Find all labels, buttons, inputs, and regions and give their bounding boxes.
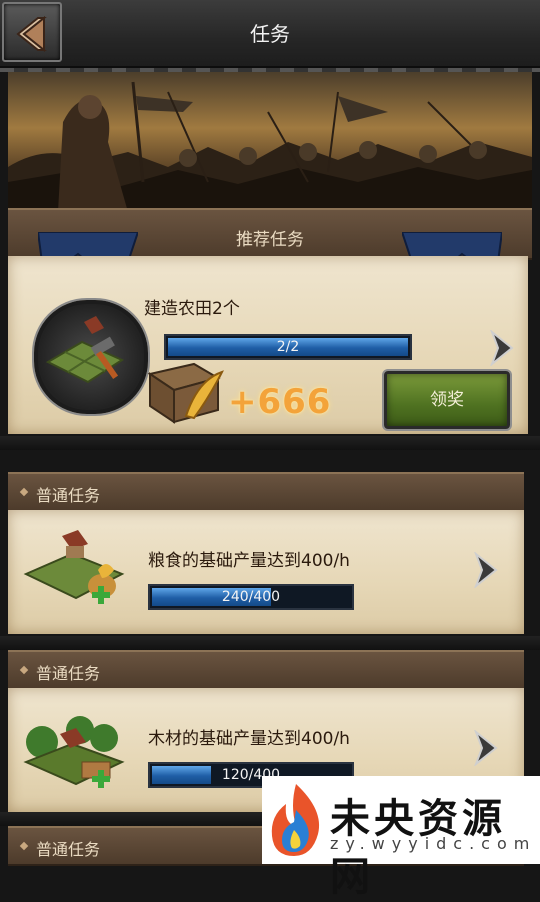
lumber-mill-icon [22, 712, 126, 796]
flame-logo-icon [271, 784, 320, 856]
section-divider [0, 436, 540, 450]
normal-task-section-header: 普通任务 [8, 472, 524, 512]
task-title: 粮食的基础产量达到400/h [148, 551, 350, 571]
recommended-progress-text: 2/2 [276, 339, 300, 355]
farm-building-icon [34, 300, 148, 414]
chevron-right-icon[interactable] [488, 330, 516, 366]
section-divider [0, 636, 540, 650]
recommended-task-title: 建造农田2个 [144, 299, 240, 319]
bullet-diamond-icon [19, 841, 29, 851]
chevron-right-icon[interactable] [472, 552, 500, 588]
chevron-right-icon[interactable] [472, 730, 500, 766]
normal-task-section-header: 普通任务 [8, 650, 524, 690]
normal-task-section-label: 普通任务 [36, 486, 101, 505]
reward-amount: +666 [228, 382, 332, 422]
page-title: 任务 [250, 22, 290, 46]
bullet-diamond-icon [19, 665, 29, 675]
reward-chest-icon [146, 360, 226, 426]
normal-task-section-label: 普通任务 [36, 840, 101, 859]
battle-banner-image [8, 72, 532, 212]
task-progress-bar: 240/400 [148, 584, 354, 610]
task-progress-text: 240/400 [221, 589, 281, 605]
task-title: 木材的基础产量达到400/h [148, 729, 350, 749]
grain-farm-icon [22, 530, 126, 614]
normal-task-section-label: 普通任务 [36, 664, 101, 683]
claim-reward-button[interactable]: 领奖 [384, 371, 510, 429]
recommended-progress-bar: 2/2 [164, 334, 412, 360]
bullet-diamond-icon [19, 487, 29, 497]
watermark-domain: zy.wyyidc.com [330, 834, 537, 853]
